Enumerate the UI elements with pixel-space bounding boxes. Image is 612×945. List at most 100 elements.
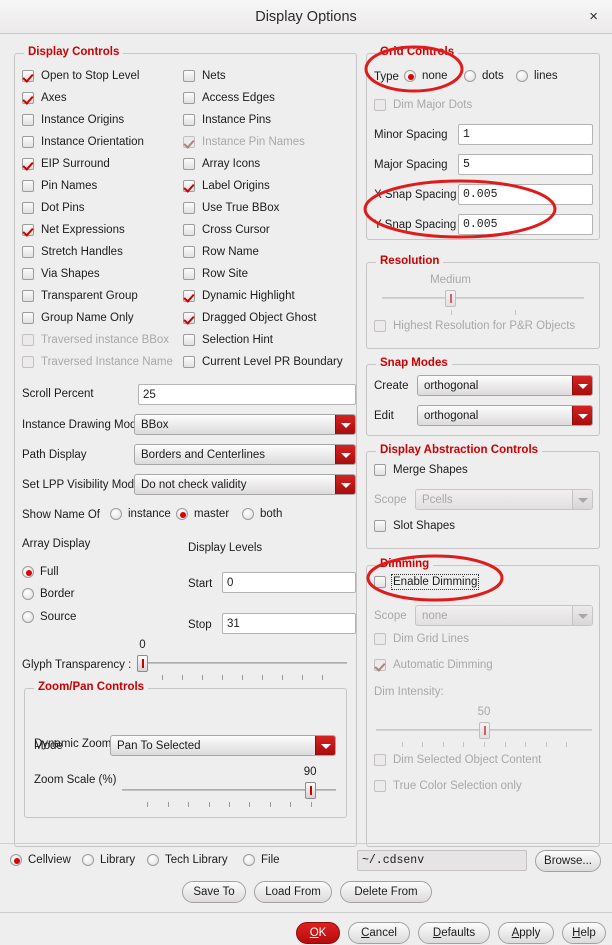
y-snap-spacing-input[interactable]: 0.005 (458, 214, 593, 235)
browse-button[interactable]: Browse... (535, 850, 601, 872)
resolution-slider[interactable]: Medium (382, 274, 584, 316)
checkbox-access-edges[interactable]: Access Edges (183, 92, 275, 104)
delete-from-button[interactable]: Delete From (340, 881, 432, 903)
checkbox-net-expressions[interactable]: Net Expressions (22, 224, 125, 236)
apply-button[interactable]: Apply (498, 922, 554, 944)
x-snap-spacing-input[interactable]: 0.005 (458, 184, 593, 205)
show-name-of-master-radio[interactable]: master (176, 508, 229, 520)
checkbox-icon (374, 780, 386, 792)
checkbox-dot-pins[interactable]: Dot Pins (22, 202, 84, 214)
checkbox-cross-cursor[interactable]: Cross Cursor (183, 224, 270, 236)
ok-button[interactable]: OK (296, 922, 340, 944)
checkbox-icon (183, 180, 195, 192)
snap-edit-label: Edit (374, 410, 394, 422)
checkbox-traversed-instance-bbox[interactable]: Traversed instance BBox (22, 334, 169, 346)
checkbox-label-origins[interactable]: Label Origins (183, 180, 270, 192)
array-display-source-radio[interactable]: Source (22, 611, 76, 623)
defaults-button[interactable]: Defaults (418, 922, 490, 944)
abstraction-scope-combo[interactable]: Pcells (415, 489, 593, 510)
slider-thumb[interactable] (478, 722, 490, 739)
checkbox-row-site[interactable]: Row Site (183, 268, 248, 280)
dim-selected-object-content-checkbox[interactable]: Dim Selected Object Content (374, 754, 541, 766)
set-lpp-visibility-mode-combo[interactable]: Do not check validity (134, 474, 356, 495)
checkbox-icon (22, 114, 34, 126)
checkbox-dynamic-highlight[interactable]: Dynamic Highlight (183, 290, 295, 302)
checkbox-icon (22, 246, 34, 258)
dim-intensity-slider[interactable]: 50 (376, 706, 592, 748)
checkbox-pin-names[interactable]: Pin Names (22, 180, 97, 192)
radio-circle-icon (176, 508, 188, 520)
checkbox-label: Array Icons (202, 158, 261, 170)
cancel-button[interactable]: Cancel (348, 922, 410, 944)
checkbox-instance-orientation[interactable]: Instance Orientation (22, 136, 144, 148)
dimming-scope-combo[interactable]: none (415, 605, 593, 626)
array-display-full-radio[interactable]: Full (22, 566, 59, 578)
path-display-combo[interactable]: Borders and Centerlines (134, 444, 356, 465)
glyph-transparency-slider[interactable]: 0 (137, 639, 347, 681)
mode-combo[interactable]: Pan To Selected (110, 735, 336, 756)
close-icon[interactable]: × (585, 0, 602, 34)
help-button[interactable]: Help (562, 922, 606, 944)
dim-major-dots-checkbox[interactable]: Dim Major Dots (374, 99, 472, 111)
checkbox-via-shapes[interactable]: Via Shapes (22, 268, 100, 280)
radio-circle-icon (147, 854, 159, 866)
checkbox-instance-pin-names[interactable]: Instance Pin Names (183, 136, 305, 148)
slot-shapes-checkbox[interactable]: Slot Shapes (374, 520, 455, 532)
path-display-label: Path Display (22, 449, 87, 461)
zoom-scale-slider[interactable]: 90 (122, 766, 336, 808)
checkbox-open-to-stop-level[interactable]: Open to Stop Level (22, 70, 139, 82)
slider-thumb[interactable] (445, 290, 457, 307)
show-name-of-both-radio[interactable]: both (242, 508, 282, 520)
highest-resolution-checkbox[interactable]: Highest Resolution for P&R Objects (374, 320, 575, 332)
radio-circle-icon (82, 854, 94, 866)
grid-type-none-radio[interactable]: none (404, 70, 448, 82)
major-spacing-input[interactable]: 5 (458, 154, 593, 175)
save-to-button[interactable]: Save To (182, 881, 246, 903)
target-cellview-radio[interactable]: Cellview (10, 854, 71, 866)
checkbox-use-true-bbox[interactable]: Use True BBox (183, 202, 279, 214)
checkbox-eip-surround[interactable]: EIP Surround (22, 158, 110, 170)
dim-grid-lines-label: Dim Grid Lines (393, 633, 470, 645)
checkbox-traversed-instance-name[interactable]: Traversed Instance Name (22, 356, 173, 368)
true-color-selection-only-checkbox[interactable]: True Color Selection only (374, 780, 522, 792)
snap-create-combo[interactable]: orthogonal (417, 375, 593, 396)
chevron-down-icon (335, 415, 355, 434)
checkbox-instance-origins[interactable]: Instance Origins (22, 114, 124, 126)
grid-type-lines-radio[interactable]: lines (516, 70, 558, 82)
dim-grid-lines-checkbox[interactable]: Dim Grid Lines (374, 633, 469, 645)
target-file-radio[interactable]: File (243, 854, 280, 866)
checkbox-transparent-group[interactable]: Transparent Group (22, 290, 138, 302)
grid-type-dots-radio[interactable]: dots (464, 70, 504, 82)
checkbox-icon (22, 268, 34, 280)
checkbox-axes[interactable]: Axes (22, 92, 67, 104)
checkbox-stretch-handles[interactable]: Stretch Handles (22, 246, 123, 258)
enable-dimming-checkbox[interactable]: Enable Dimming (374, 574, 480, 590)
checkbox-array-icons[interactable]: Array Icons (183, 158, 260, 170)
display-levels-stop-input[interactable]: 31 (222, 613, 356, 634)
array-display-border-radio[interactable]: Border (22, 588, 75, 600)
checkbox-icon (374, 520, 386, 532)
show-name-of-instance-radio[interactable]: instance (110, 508, 171, 520)
slider-thumb[interactable] (137, 655, 148, 672)
snap-edit-combo[interactable]: orthogonal (417, 405, 593, 426)
display-controls-title: Display Controls (24, 46, 124, 58)
title-bar: Display Options × (0, 0, 612, 34)
automatic-dimming-checkbox[interactable]: Automatic Dimming (374, 659, 493, 671)
path-input[interactable]: ~/.cdsenv (357, 850, 527, 871)
merge-shapes-checkbox[interactable]: Merge Shapes (374, 464, 468, 476)
target-tech-library-radio[interactable]: Tech Library (147, 854, 228, 866)
load-from-button[interactable]: Load From (254, 881, 332, 903)
checkbox-selection-hint[interactable]: Selection Hint (183, 334, 273, 346)
instance-drawing-mode-combo[interactable]: BBox (134, 414, 356, 435)
checkbox-group-name-only[interactable]: Group Name Only (22, 312, 134, 324)
checkbox-dragged-object-ghost[interactable]: Dragged Object Ghost (183, 312, 316, 324)
scroll-percent-input[interactable]: 25 (138, 384, 356, 405)
checkbox-nets[interactable]: Nets (183, 70, 226, 82)
target-library-radio[interactable]: Library (82, 854, 135, 866)
checkbox-row-name[interactable]: Row Name (183, 246, 259, 258)
minor-spacing-input[interactable]: 1 (458, 124, 593, 145)
slider-thumb[interactable] (304, 782, 316, 799)
checkbox-instance-pins[interactable]: Instance Pins (183, 114, 271, 126)
display-levels-start-input[interactable]: 0 (222, 572, 356, 593)
checkbox-current-level-pr-boundary[interactable]: Current Level PR Boundary (183, 356, 343, 368)
